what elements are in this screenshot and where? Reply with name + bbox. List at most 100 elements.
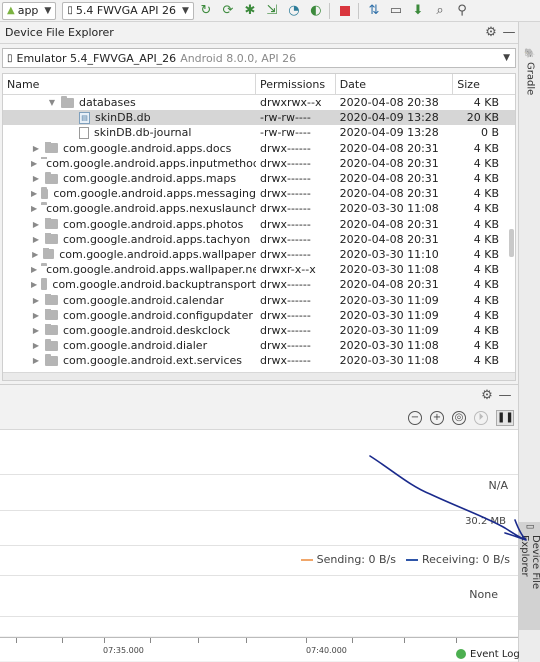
gridline [0, 474, 518, 475]
file-permissions: drwx------ [259, 217, 311, 231]
column-header-name[interactable]: Name [3, 74, 256, 95]
table-row[interactable]: ▶ com.google.android.backuptransport drwx… [3, 277, 515, 292]
zoom-in-icon[interactable]: + [430, 410, 444, 425]
apply-changes-icon[interactable]: ↻ [196, 2, 216, 20]
file-date: 2020-03-30 11:08 [339, 354, 439, 368]
folder-icon [45, 172, 58, 184]
device-select[interactable]: ▯ 5.4 FWVGA API 26 ▼ [62, 1, 194, 20]
collapsed-arrow-icon[interactable]: ▶ [31, 311, 41, 320]
table-row[interactable]: ▶ com.google.android.apps.messaging drwx-… [3, 186, 515, 201]
gear-icon[interactable]: ⚙ [478, 388, 496, 403]
collapsed-arrow-icon[interactable]: ▶ [31, 220, 41, 229]
table-row[interactable]: ▼ databases drwxrwx--x 2020-04-08 20:38 … [3, 95, 515, 110]
file-size: 4 KB [473, 156, 499, 170]
run-with-coverage-icon[interactable]: ◐ [306, 2, 326, 20]
attach-debugger-icon[interactable]: ⇲ [262, 2, 282, 20]
collapsed-arrow-icon[interactable]: ▶ [31, 174, 41, 183]
collapsed-arrow-icon[interactable]: ▶ [31, 144, 41, 153]
collapsed-arrow-icon[interactable]: ▶ [31, 265, 37, 274]
column-header-permissions[interactable]: Permissions [256, 74, 336, 95]
run-config-select[interactable]: ▲ app ▼ [2, 1, 57, 20]
table-row[interactable]: ▶ com.google.android.dialer drwx------ 20… [3, 338, 515, 353]
table-row[interactable]: ▶ com.google.android.deskclock drwx------… [3, 323, 515, 338]
table-row[interactable]: ▶ com.google.android.ext.services drwx---… [3, 353, 515, 368]
file-date: 2020-03-30 11:08 [339, 339, 439, 353]
time-axis: 07:35.000 07:40.000 [0, 637, 518, 661]
table-row[interactable]: ▶ com.google.android.apps.wallpaper.nexus… [3, 262, 515, 277]
folder-icon [43, 247, 55, 260]
file-name: com.google.android.dialer [63, 339, 208, 353]
pause-icon[interactable]: ❚❚ [496, 409, 514, 426]
table-row[interactable]: ▶ com.google.android.apps.maps drwx------… [3, 171, 515, 186]
file-name: com.google.android.apps.tachyon [63, 232, 251, 246]
run-config-label: app [17, 4, 39, 17]
folder-icon [41, 187, 49, 199]
android-icon: ▲ [7, 5, 15, 16]
apply-code-changes-icon[interactable]: ⟳ [218, 2, 238, 20]
profile-icon[interactable]: ◔ [284, 2, 304, 20]
collapsed-arrow-icon[interactable]: ▶ [31, 356, 41, 365]
debug-icon[interactable]: ✱ [240, 2, 260, 20]
expanded-arrow-icon[interactable]: ▼ [47, 98, 57, 107]
go-live-icon[interactable]: ⏵ [474, 410, 488, 425]
file-permissions: -rw-rw---- [259, 126, 311, 140]
table-row[interactable]: ▶ com.google.android.apps.docs drwx------… [3, 141, 515, 156]
table-row[interactable]: ▶ com.google.android.apps.nexuslauncher d… [3, 201, 515, 216]
tab-device-file-explorer[interactable]: ▭ Device File Explorer [519, 522, 540, 630]
collapsed-arrow-icon[interactable]: ▶ [31, 296, 41, 305]
table-row[interactable]: ▶ com.google.android.configupdater drwx--… [3, 308, 515, 323]
hide-panel-icon[interactable]: — [496, 388, 514, 403]
file-table: Name Permissions Date Size ▼ databases d… [2, 73, 516, 381]
search-everywhere-icon[interactable]: ⚲ [452, 2, 472, 20]
column-header-date[interactable]: Date [336, 74, 454, 95]
vertical-scrollbar[interactable] [509, 229, 514, 257]
collapsed-arrow-icon[interactable]: ▶ [31, 341, 41, 350]
file-date: 2020-04-08 20:31 [339, 141, 439, 155]
stop-icon[interactable] [335, 2, 355, 20]
table-row[interactable]: ▶ com.google.android.apps.inputmethod.hin… [3, 156, 515, 171]
collapsed-arrow-icon[interactable]: ▶ [31, 159, 37, 168]
collapsed-arrow-icon[interactable]: ▶ [31, 189, 37, 198]
device-detail: Android 8.0.0, API 26 [180, 51, 297, 65]
phone-icon: ▯ [7, 52, 13, 64]
file-date: 2020-04-09 13:28 [339, 126, 439, 140]
layout-inspector-icon[interactable]: ⌕ [430, 2, 450, 20]
table-row[interactable]: skinDB.db-journal -rw-rw---- 2020-04-09 … [3, 125, 515, 140]
collapsed-arrow-icon[interactable]: ▶ [31, 280, 37, 289]
collapsed-arrow-icon[interactable]: ▶ [31, 326, 41, 335]
file-permissions: drwx------ [259, 172, 311, 186]
sync-project-icon[interactable]: ⇅ [364, 2, 384, 20]
collapsed-arrow-icon[interactable]: ▶ [31, 250, 39, 259]
collapsed-arrow-icon[interactable]: ▶ [31, 204, 37, 213]
table-row[interactable]: ▶ com.google.android.apps.wallpaper drwx-… [3, 247, 515, 262]
file-icon [79, 126, 89, 139]
zoom-out-icon[interactable]: − [408, 410, 422, 425]
tab-gradle[interactable]: 🐘 Gradle [519, 44, 540, 100]
gear-icon[interactable]: ⚙ [482, 25, 500, 40]
avd-manager-icon[interactable]: ▭ [386, 2, 406, 20]
collapsed-arrow-icon[interactable]: ▶ [31, 235, 41, 244]
device-selector[interactable]: ▯ Emulator 5.4_FWVGA_API_26 Android 8.0.… [2, 48, 516, 68]
toolbar-divider [328, 2, 330, 19]
reset-zoom-icon[interactable]: ◎ [452, 410, 466, 425]
file-date: 2020-04-08 20:38 [339, 96, 439, 110]
horizontal-scrollbar[interactable] [3, 372, 515, 380]
file-name: skinDB.db-journal [94, 126, 192, 140]
table-row[interactable]: ▶ com.google.android.apps.photos drwx----… [3, 217, 515, 232]
folder-icon [41, 278, 48, 290]
table-row-selected[interactable]: ▤ skinDB.db -rw-rw---- 2020-04-09 13:28 … [3, 110, 515, 126]
table-row[interactable]: ▶ com.google.android.apps.tachyon drwx---… [3, 232, 515, 247]
event-log-button[interactable]: Event Log [456, 646, 520, 662]
event-log-label: Event Log [470, 648, 520, 660]
axis-tick [62, 638, 63, 643]
axis-tick [246, 638, 247, 643]
sdk-manager-icon[interactable]: ⬇ [408, 2, 428, 20]
file-size: 4 KB [473, 339, 499, 353]
panel-title: Device File Explorer [5, 26, 114, 39]
table-row[interactable]: ▶ com.google.android.calendar drwx------ … [3, 292, 515, 307]
axis-tick-label: 07:40.000 [306, 646, 347, 655]
column-header-size[interactable]: Size [453, 74, 515, 95]
file-name: com.google.android.apps.wallpaper [59, 247, 256, 261]
hide-panel-icon[interactable]: — [500, 25, 518, 40]
file-date: 2020-04-08 20:31 [339, 232, 439, 246]
